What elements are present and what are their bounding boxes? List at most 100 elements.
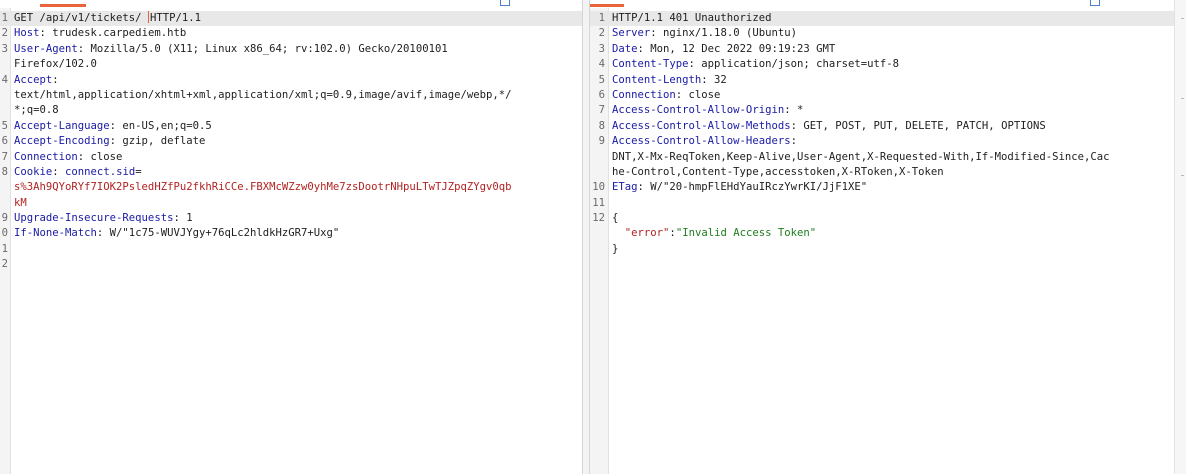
request-line[interactable]: Firefox/102.0 <box>0 57 582 72</box>
request-view-toggle-icon[interactable] <box>500 0 510 6</box>
request-line[interactable]: 2 Host: trudesk.carpediem.htb <box>0 26 582 41</box>
line-content: *;q=0.8 <box>14 103 568 118</box>
line-content: Content-Type: application/json; charset=… <box>612 57 1168 72</box>
text-token: } <box>612 242 619 255</box>
line-number: 9 <box>1 212 8 225</box>
text-token: : en-US,en;q=0.5 <box>109 119 212 132</box>
line-content: User-Agent: Mozilla/5.0 (X11; Linux x86_… <box>14 42 568 57</box>
line-number: 3 <box>1 42 8 55</box>
header-name: Upgrade-Insecure-Requests <box>14 212 174 225</box>
request-line[interactable]: 2 <box>0 257 582 272</box>
line-number: 7 <box>598 104 605 117</box>
side-scroll-strip[interactable] <box>1174 0 1186 474</box>
header-name: Host <box>14 27 40 40</box>
text-token: { <box>612 212 619 225</box>
header-name: If-None-Match <box>14 227 97 240</box>
request-line[interactable]: 7 Connection: close <box>0 150 582 165</box>
line-number: 1 <box>1 12 8 24</box>
scroll-tick <box>1181 175 1184 176</box>
header-name: Accept <box>14 73 53 86</box>
request-line[interactable]: text/html,application/xhtml+xml,applicat… <box>0 88 582 103</box>
line-number: 2 <box>1 258 8 271</box>
request-line[interactable]: 1 GET /api/v1/tickets/ HTTP/1.1 <box>0 11 582 27</box>
text-token: : trudesk.carpediem.htb <box>39 27 187 40</box>
response-line[interactable]: "error":"Invalid Access Token" <box>590 226 1174 241</box>
header-name: Access-Control-Allow-Origin <box>612 104 785 117</box>
request-line[interactable]: 9 Upgrade-Insecure-Requests: 1 <box>0 211 582 226</box>
line-number: 11 <box>592 196 605 209</box>
line-number: 2 <box>598 27 605 40</box>
response-text[interactable]: 1 HTTP/1.1 401 Unauthorized 2 Server: nginx… <box>590 11 1174 257</box>
cookie-val: s%3Ah9QYoRYf7IOK2PsledHZfPu2fkhRiCCe.FBX… <box>14 181 512 194</box>
line-content: Firefox/102.0 <box>14 57 568 72</box>
request-line[interactable]: s%3Ah9QYoRYf7IOK2PsledHZfPu2fkhRiCCe.FBX… <box>0 180 582 195</box>
request-line[interactable]: kM <box>0 196 582 211</box>
request-line[interactable]: 0 If-None-Match: W/"1c75-WUVJYgy+76qLc2hl… <box>0 226 582 241</box>
response-line[interactable]: 2 Server: nginx/1.18.0 (Ubuntu) <box>590 26 1174 41</box>
response-line[interactable]: 9 Access-Control-Allow-Headers: <box>590 134 1174 149</box>
scroll-tick <box>1181 98 1184 99</box>
header-name: Cookie <box>14 165 53 178</box>
request-editor-pane[interactable]: 1 GET /api/v1/tickets/ HTTP/1.1 2 Host: tru… <box>0 0 582 474</box>
request-tab-strip <box>0 0 582 8</box>
line-number: 6 <box>598 88 605 101</box>
line-content: ETag: W/"20-hmpFlEHdYauIRczYwrKI/JjF1XE" <box>612 180 1168 195</box>
request-line[interactable]: *;q=0.8 <box>0 103 582 118</box>
request-line[interactable]: 6 Accept-Encoding: gzip, deflate <box>0 134 582 149</box>
request-text[interactable]: 1 GET /api/v1/tickets/ HTTP/1.1 2 Host: tru… <box>0 11 582 273</box>
text-token: : close <box>675 88 721 101</box>
request-line[interactable]: 3 User-Agent: Mozilla/5.0 (X11; Linux x86… <box>0 42 582 57</box>
text-token: GET /api/v1/tickets/ <box>14 12 148 24</box>
response-line[interactable]: 8 Access-Control-Allow-Methods: GET, POST… <box>590 119 1174 134</box>
response-line[interactable]: DNT,X-Mx-ReqToken,Keep-Alive,User-Agent,… <box>590 150 1174 165</box>
header-name: Accept-Language <box>14 119 110 132</box>
line-number: 7 <box>1 150 8 163</box>
text-token: : application/json; charset=utf-8 <box>688 58 900 71</box>
response-line[interactable]: he-Control,Content-Type,accesstoken,X-RT… <box>590 165 1174 180</box>
response-line[interactable]: 1 HTTP/1.1 401 Unauthorized <box>590 11 1174 27</box>
text-token: text/html,application/xhtml+xml,applicat… <box>14 88 512 101</box>
response-line[interactable]: 3 Date: Mon, 12 Dec 2022 09:19:23 GMT <box>590 42 1174 57</box>
header-name: Access-Control-Allow-Headers <box>612 135 791 148</box>
text-token: : Mozilla/5.0 (X11; Linux x86_64; rv:102… <box>77 42 448 55</box>
response-line[interactable]: 5 Content-Length: 32 <box>590 73 1174 88</box>
json-str: "Invalid Access Token" <box>675 227 817 240</box>
line-number: 5 <box>1 119 8 132</box>
line-content: Server: nginx/1.18.0 (Ubuntu) <box>612 26 1168 41</box>
header-name: connect.sid <box>65 165 136 178</box>
header-name: Access-Control-Allow-Methods <box>612 119 791 132</box>
line-content: "error":"Invalid Access Token" <box>612 226 1168 241</box>
header-name: Connection <box>14 150 78 163</box>
header-name: Content-Length <box>612 73 702 86</box>
response-editor-pane[interactable]: 1 HTTP/1.1 401 Unauthorized 2 Server: nginx… <box>590 0 1174 474</box>
text-token: : * <box>784 104 804 117</box>
line-content: Date: Mon, 12 Dec 2022 09:19:23 GMT <box>612 42 1168 57</box>
cookie-val: kM <box>14 196 27 209</box>
text-token: : <box>52 73 59 86</box>
line-content: Content-Length: 32 <box>612 73 1168 88</box>
header-name: Server <box>612 27 651 40</box>
pane-splitter[interactable] <box>582 0 590 474</box>
response-line[interactable]: 6 Connection: close <box>590 88 1174 103</box>
response-line[interactable]: 12 { <box>590 211 1174 226</box>
response-line[interactable]: 7 Access-Control-Allow-Origin: * <box>590 103 1174 118</box>
line-content: Accept-Language: en-US,en;q=0.5 <box>14 119 568 134</box>
text-token: : 1 <box>173 212 193 225</box>
response-line[interactable]: } <box>590 242 1174 257</box>
text-cursor <box>147 11 149 23</box>
header-name: User-Agent <box>14 42 78 55</box>
text-token: Firefox/102.0 <box>14 58 97 71</box>
response-view-toggle-icon[interactable] <box>1090 0 1100 6</box>
line-content: he-Control,Content-Type,accesstoken,X-RT… <box>612 165 1168 180</box>
request-line[interactable]: 8 Cookie: connect.sid= <box>0 165 582 180</box>
request-line[interactable]: 5 Accept-Language: en-US,en;q=0.5 <box>0 119 582 134</box>
response-line[interactable]: 11 <box>590 196 1174 211</box>
line-number: 4 <box>598 58 605 71</box>
line-content: Access-Control-Allow-Methods: GET, POST,… <box>612 119 1168 134</box>
text-token: : W/"20-hmpFlEHdYauIRczYwrKI/JjF1XE" <box>637 181 868 194</box>
response-line[interactable]: 10 ETag: W/"20-hmpFlEHdYauIRczYwrKI/JjF1X… <box>590 180 1174 195</box>
request-line[interactable]: 1 <box>0 242 582 257</box>
request-line[interactable]: 4 Accept: <box>0 73 582 88</box>
response-line[interactable]: 4 Content-Type: application/json; charset… <box>590 57 1174 72</box>
header-name: Accept-Encoding <box>14 135 110 148</box>
